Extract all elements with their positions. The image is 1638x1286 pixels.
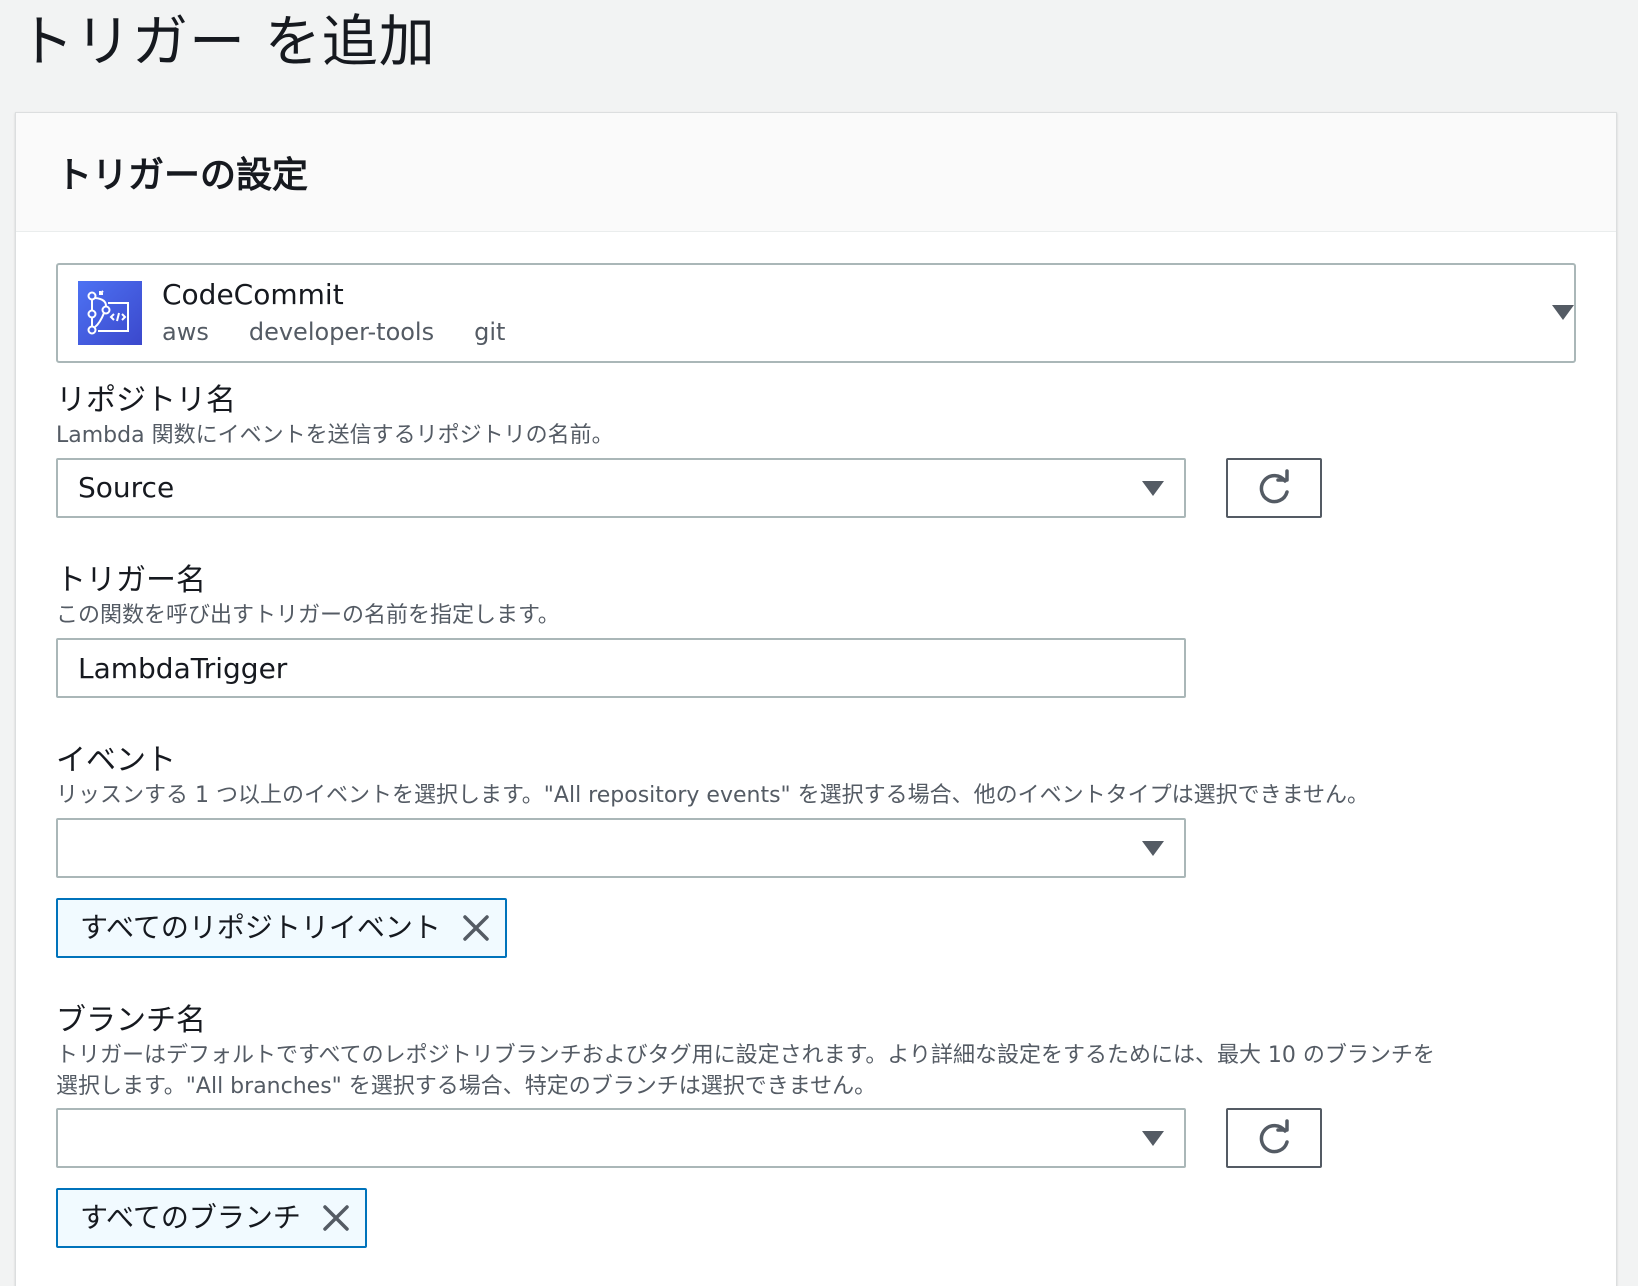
chevron-down-icon [1142,841,1164,856]
repository-select-value: Source [78,471,175,504]
events-token: すべてのリポジトリイベント [56,898,507,958]
repository-label: リポジトリ名 [56,383,236,418]
source-tags: aws developer-tools git [162,315,505,349]
branch-token-label: すべてのブランチ [80,1201,301,1234]
repository-description: Lambda 関数にイベントを送信するリポジトリの名前。 [56,423,614,448]
events-token-label: すべてのリポジトリイベント [80,911,441,944]
source-tag: aws [162,318,209,346]
trigger-name-description: この関数を呼び出すトリガーの名前を指定します。 [56,603,560,628]
branch-select[interactable] [56,1108,1186,1168]
close-icon[interactable] [459,911,493,945]
chevron-down-icon [1142,1131,1164,1146]
branch-token: すべてのブランチ [56,1188,367,1248]
panel-body: CodeCommit aws developer-tools git リポジトリ… [16,233,1616,1286]
trigger-source-select[interactable]: CodeCommit aws developer-tools git [56,263,1576,363]
branch-description-line2: 選択します。"All branches" を選択する場合、特定のブランチは選択で… [56,1074,877,1099]
codecommit-icon [78,281,142,345]
events-select[interactable] [56,818,1186,878]
panel-header: トリガーの設定 [16,113,1616,232]
page-title: トリガー を追加 [18,10,436,75]
refresh-icon [1259,1119,1289,1154]
chevron-down-icon [1142,481,1164,496]
branch-description-line1: トリガーはデフォルトですべてのレポジトリブランチおよびタグ用に設定されます。より… [56,1043,1435,1068]
source-tag: developer-tools [248,318,435,346]
branch-label: ブランチ名 [56,1003,206,1038]
panel-title: トリガーの設定 [56,155,309,196]
events-label: イベント [56,743,176,778]
source-name: CodeCommit [162,278,344,311]
branch-refresh-button[interactable] [1226,1108,1322,1168]
events-description: リッスンする 1 つ以上のイベントを選択します。"All repository … [56,783,1369,808]
trigger-config-panel: トリガーの設定 CodeCommit aws developer-tools g… [15,112,1617,1286]
repository-refresh-button[interactable] [1226,458,1322,518]
chevron-down-icon [1552,305,1574,320]
repository-select[interactable]: Source [56,458,1186,518]
source-tag: git [474,318,506,346]
trigger-name-label: トリガー名 [56,563,206,598]
trigger-name-input[interactable] [56,638,1186,698]
refresh-icon [1259,469,1289,504]
close-icon[interactable] [319,1201,353,1235]
